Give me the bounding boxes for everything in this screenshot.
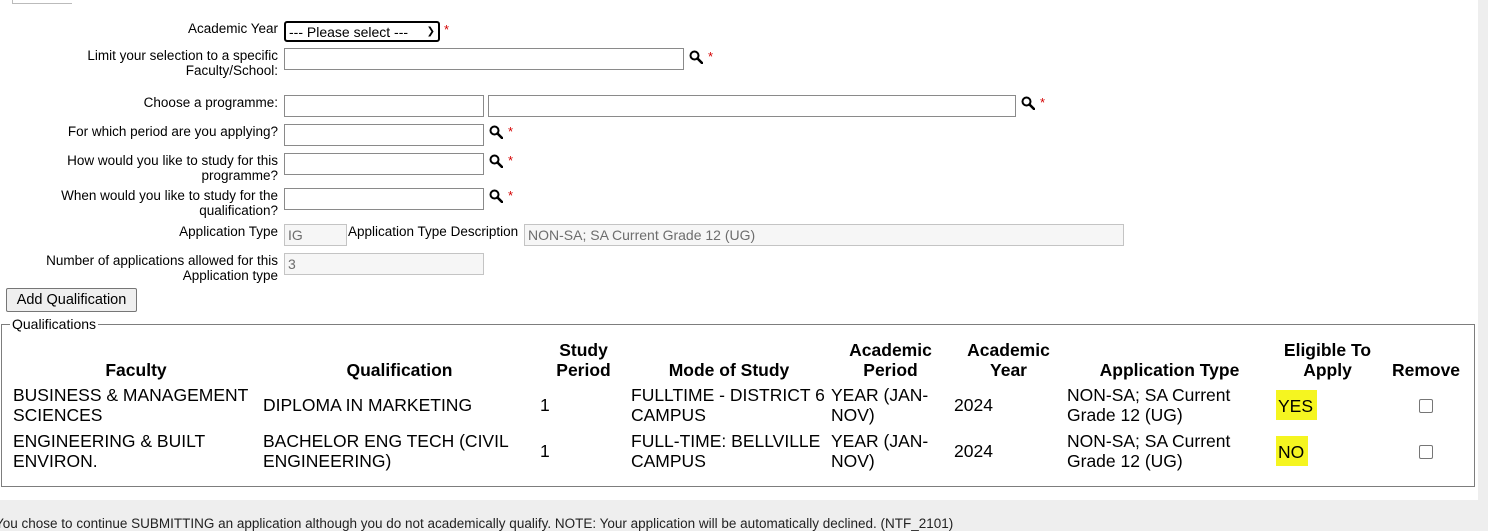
application-type-label: Application Type [179, 224, 278, 239]
search-icon[interactable] [489, 154, 503, 168]
faculty-label-line2: Faculty/School: [185, 63, 278, 78]
eligible-badge: NO [1276, 436, 1309, 466]
programme-name-input[interactable] [488, 95, 1016, 117]
section-border-fragment [12, 0, 72, 4]
application-type-description-label: Application Type Description [348, 224, 519, 239]
cell-qualification: DIPLOMA IN MARKETING [263, 395, 473, 415]
qualifications-table: Faculty Qualification Study Period Mode o… [11, 338, 1471, 474]
column-header-eligible: Eligible To Apply [1274, 338, 1381, 382]
cell-faculty: BUSINESS & MANAGEMENT SCIENCES [13, 385, 249, 425]
period-input[interactable] [284, 124, 484, 146]
search-icon[interactable] [689, 50, 703, 64]
cell-remove [1381, 382, 1471, 428]
study-mode-label: How would you like to study for this pro… [67, 153, 278, 183]
eligible-header-line1: Eligible To [1283, 340, 1372, 360]
cell-academic-year: 2024 [954, 395, 993, 415]
search-icon[interactable] [489, 189, 503, 203]
remove-checkbox[interactable] [1419, 399, 1433, 414]
num-applications-label-line1: Number of applications allowed for this [46, 253, 278, 268]
required-marker: * [508, 124, 514, 139]
study-when-label-line2: qualification? [199, 203, 278, 218]
num-applications-label: Number of applications allowed for this … [46, 253, 278, 283]
remove-checkbox[interactable] [1419, 445, 1433, 460]
column-header-study-period: Study Period [538, 338, 629, 382]
faculty-input[interactable] [284, 48, 684, 70]
column-header-academic-period: Academic Period [829, 338, 952, 382]
faculty-label-line1: Limit your selection to a specific [87, 48, 278, 63]
column-header-academic-year: Academic Year [952, 338, 1065, 382]
study-mode-label-line2: programme? [201, 168, 278, 183]
cell-study-period: 1 [540, 441, 550, 461]
study-period-header-line1: Study [559, 340, 608, 360]
table-header-row: Faculty Qualification Study Period Mode o… [11, 338, 1471, 382]
application-type-field [284, 224, 347, 246]
column-header-remove: Remove [1391, 360, 1461, 380]
search-icon[interactable] [1021, 96, 1035, 110]
table-row: ENGINEERING & BUILT ENVIRON. BACHELOR EN… [11, 428, 1471, 474]
num-applications-field [284, 253, 484, 275]
cell-remove [1381, 428, 1471, 474]
required-marker: * [508, 153, 514, 168]
study-when-label: When would you like to study for the qua… [61, 188, 278, 218]
column-header-application-type: Application Type [1099, 360, 1240, 380]
cell-eligible: NO [1274, 428, 1381, 474]
table-row: BUSINESS & MANAGEMENT SCIENCES DIPLOMA I… [11, 382, 1471, 428]
cell-faculty: ENGINEERING & BUILT ENVIRON. [13, 431, 205, 471]
academic-period-header-line1: Academic [849, 340, 932, 360]
cell-application-type: NON-SA; SA Current Grade 12 (UG) [1067, 431, 1231, 471]
required-marker: * [1040, 95, 1046, 110]
programme-code-input[interactable] [284, 95, 484, 117]
academic-year-header-line1: Academic [967, 340, 1050, 360]
period-label: For which period are you applying? [67, 124, 278, 139]
column-header-qualification: Qualification [346, 360, 453, 380]
cell-mode: FULLTIME - DISTRICT 6 CAMPUS [631, 385, 825, 425]
faculty-label: Limit your selection to a specific Facul… [87, 48, 278, 78]
study-mode-label-line1: How would you like to study for this [67, 153, 278, 168]
academic-year-select[interactable]: --- Please select --- ❯ [284, 21, 440, 42]
column-header-mode: Mode of Study [668, 360, 790, 380]
search-icon[interactable] [489, 125, 503, 139]
eligible-badge: YES [1276, 390, 1318, 420]
required-marker: * [444, 22, 450, 37]
study-when-input[interactable] [284, 188, 484, 210]
cell-study-period: 1 [540, 395, 550, 415]
programme-label: Choose a programme: [143, 95, 278, 110]
column-header-faculty: Faculty [105, 360, 167, 380]
academic-period-header-line2: Period [863, 360, 918, 380]
add-qualification-button[interactable]: Add Qualification [6, 288, 137, 312]
required-marker: * [508, 188, 514, 203]
application-type-description-field [524, 224, 1124, 246]
academic-year-header-line2: Year [990, 360, 1027, 380]
study-period-header-line2: Period [556, 360, 611, 380]
num-applications-label-line2: Application type [182, 268, 278, 283]
cell-mode: FULL-TIME: BELLVILLE CAMPUS [631, 431, 821, 471]
cell-eligible: YES [1274, 382, 1381, 428]
study-when-label-line1: When would you like to study for the [61, 188, 278, 203]
eligible-header-line2: Apply [1303, 360, 1352, 380]
chevron-down-icon: ❯ [426, 26, 435, 37]
required-marker: * [708, 49, 714, 64]
academic-year-label: Academic Year [187, 21, 278, 36]
study-mode-input[interactable] [284, 153, 484, 175]
cell-qualification: BACHELOR ENG TECH (CIVIL ENGINEERING) [263, 431, 509, 471]
cell-academic-period: YEAR (JAN-NOV) [831, 385, 929, 425]
cell-academic-period: YEAR (JAN-NOV) [831, 431, 929, 471]
cell-application-type: NON-SA; SA Current Grade 12 (UG) [1067, 385, 1231, 425]
academic-year-selected-value: --- Please select --- [289, 23, 409, 40]
cell-academic-year: 2024 [954, 441, 993, 461]
qualifications-legend: Qualifications [10, 316, 99, 332]
